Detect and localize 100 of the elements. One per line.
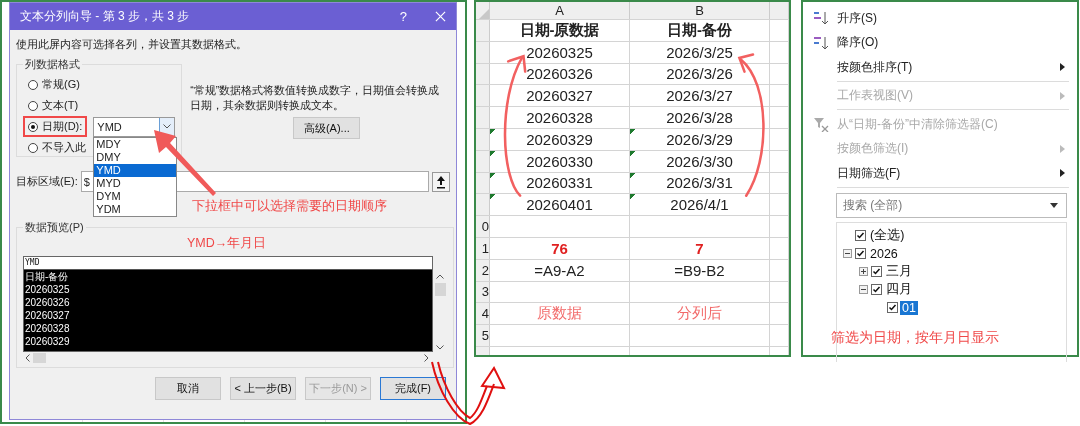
- dialog-button[interactable]: 取消: [155, 377, 221, 400]
- instruction-text: 使用此屏内容可选择各列，并设置其数据格式。: [16, 37, 248, 52]
- menu-item[interactable]: 升序(S): [807, 6, 1077, 31]
- table-cell: 2026/3/25: [630, 41, 770, 63]
- table-cell: =B9-B2: [630, 259, 770, 281]
- group-label: 数据预览(P): [24, 220, 85, 235]
- table-cell: 20260330: [490, 150, 630, 172]
- help-button[interactable]: ?: [399, 9, 407, 24]
- dropdown-option[interactable]: DYM: [94, 189, 177, 203]
- window-title: 文本分列向导 - 第 3 步，共 3 步: [20, 8, 190, 25]
- row-header[interactable]: 2: [476, 259, 490, 281]
- checkbox[interactable]: [871, 266, 882, 277]
- expand-toggle-icon[interactable]: [859, 267, 868, 276]
- scroll-down-icon[interactable]: [436, 345, 444, 350]
- preview-row-text: 20260327: [24, 309, 71, 322]
- dropdown-arrow-icon[interactable]: [1050, 202, 1058, 208]
- dropdown-option[interactable]: DMY: [94, 150, 177, 164]
- group-label: 列数据格式: [24, 57, 81, 72]
- table-cell: 20260401: [490, 194, 630, 216]
- dialog-button[interactable]: 完成(F): [380, 377, 446, 400]
- table-cell: 2026/3/29: [630, 129, 770, 150]
- menu-item[interactable]: 按颜色排序(T): [807, 55, 1077, 80]
- clear-filter-icon: [813, 116, 829, 133]
- preview-row-text: 20260326: [24, 296, 71, 309]
- tree-item[interactable]: (全选): [868, 227, 907, 244]
- scroll-up-icon[interactable]: [436, 274, 444, 279]
- close-icon[interactable]: [435, 11, 446, 22]
- annotation-text: 下拉框中可以选择需要的日期顺序: [192, 198, 388, 215]
- scroll-right-icon[interactable]: [424, 354, 429, 362]
- chevron-down-icon: [163, 124, 172, 129]
- expand-toggle-icon[interactable]: [843, 249, 852, 258]
- menu-item[interactable]: 降序(O): [807, 30, 1077, 55]
- preview-row-text: 20260325: [24, 283, 71, 296]
- column-header[interactable]: A: [490, 2, 630, 19]
- horizontal-scrollbar[interactable]: [23, 352, 431, 364]
- preview-row-text: 日期-备份: [24, 270, 70, 283]
- submenu-arrow-icon: [1060, 63, 1065, 72]
- description-text: “常规”数据格式将数值转换成数字，日期值会转换成日期，其余数据则转换成文本。: [190, 83, 441, 113]
- table-cell: 日期-原数据: [490, 20, 630, 41]
- table-cell: 20260327: [490, 85, 630, 107]
- tree-item[interactable]: 三月: [884, 263, 914, 280]
- dialog-button[interactable]: < 上一步(B): [230, 377, 296, 400]
- column-header[interactable]: B: [630, 2, 770, 19]
- table-cell: 2026/3/26: [630, 63, 770, 85]
- annotation-arrow: [154, 130, 216, 196]
- table-cell: 2026/3/27: [630, 85, 770, 107]
- table-cell: 7: [630, 237, 770, 259]
- checkbox[interactable]: [887, 302, 898, 313]
- dropdown-option[interactable]: YDM: [94, 202, 177, 216]
- table-cell: 20260329: [490, 129, 630, 150]
- row-header[interactable]: 4: [476, 303, 490, 325]
- radio-option[interactable]: 不导入此: [23, 137, 91, 158]
- expand-toggle-icon[interactable]: [859, 285, 868, 294]
- table-cell: 2026/4/1: [630, 194, 770, 216]
- table-cell: 2026/3/31: [630, 172, 770, 194]
- submenu-arrow-icon: [1060, 169, 1065, 178]
- checkbox[interactable]: [855, 248, 866, 259]
- preview-row-text: 20260328: [24, 322, 71, 335]
- table-cell: 20260326: [490, 63, 630, 85]
- checkbox[interactable]: [871, 284, 882, 295]
- scroll-left-icon[interactable]: [25, 354, 30, 362]
- dropdown-option[interactable]: MYD: [94, 176, 177, 190]
- table-cell: =A9-A2: [490, 259, 630, 281]
- tree-item[interactable]: 01: [900, 300, 918, 315]
- scroll-thumb[interactable]: [33, 353, 46, 363]
- preview-row-text: 20260329: [24, 335, 71, 348]
- radio-option[interactable]: 文本(T): [23, 95, 84, 116]
- table-cell: 20260331: [490, 172, 630, 194]
- scroll-thumb[interactable]: [434, 283, 446, 296]
- row-header[interactable]: 1: [476, 237, 490, 259]
- menu-item[interactable]: 日期筛选(F): [807, 161, 1077, 186]
- row-header[interactable]: 3: [476, 281, 490, 303]
- tree-item[interactable]: 2026: [868, 246, 900, 261]
- table-cell: 76: [490, 237, 630, 259]
- row-header[interactable]: 0: [476, 216, 490, 237]
- annotation-text: 筛选为日期，按年月日显示: [831, 328, 1000, 347]
- submenu-arrow-icon: [1060, 144, 1065, 153]
- table-cell: 20260325: [490, 41, 630, 63]
- checkbox[interactable]: [855, 230, 866, 241]
- dropdown-option[interactable]: MDY: [94, 137, 177, 151]
- table-cell: 20260328: [490, 107, 630, 128]
- table-cell: 2026/3/30: [630, 150, 770, 172]
- sort-ascending-icon: [813, 10, 829, 27]
- table-cell: 原数据: [490, 303, 630, 325]
- annotation-text: YMD→年月日: [187, 235, 268, 251]
- field-label: 目标区域(E):: [16, 174, 78, 189]
- row-header[interactable]: 5: [476, 325, 490, 346]
- radio-option[interactable]: 常规(G): [23, 74, 85, 95]
- radio-option[interactable]: 日期(D):: [23, 116, 88, 137]
- collapse-dialog-icon[interactable]: [432, 171, 450, 192]
- table-cell: 2026/3/28: [630, 107, 770, 128]
- sort-descending-icon: [813, 34, 829, 51]
- column-header: YMD: [24, 257, 432, 270]
- advanced-button[interactable]: 高级(A)...: [293, 117, 361, 139]
- tree-item[interactable]: 四月: [884, 281, 914, 298]
- submenu-arrow-icon: [1060, 91, 1065, 100]
- table-cell: 分列后: [630, 303, 770, 325]
- table-cell: 日期-备份: [630, 20, 770, 41]
- dropdown-option[interactable]: YMD: [94, 163, 177, 177]
- search-field[interactable]: 搜索 (全部): [836, 192, 1067, 218]
